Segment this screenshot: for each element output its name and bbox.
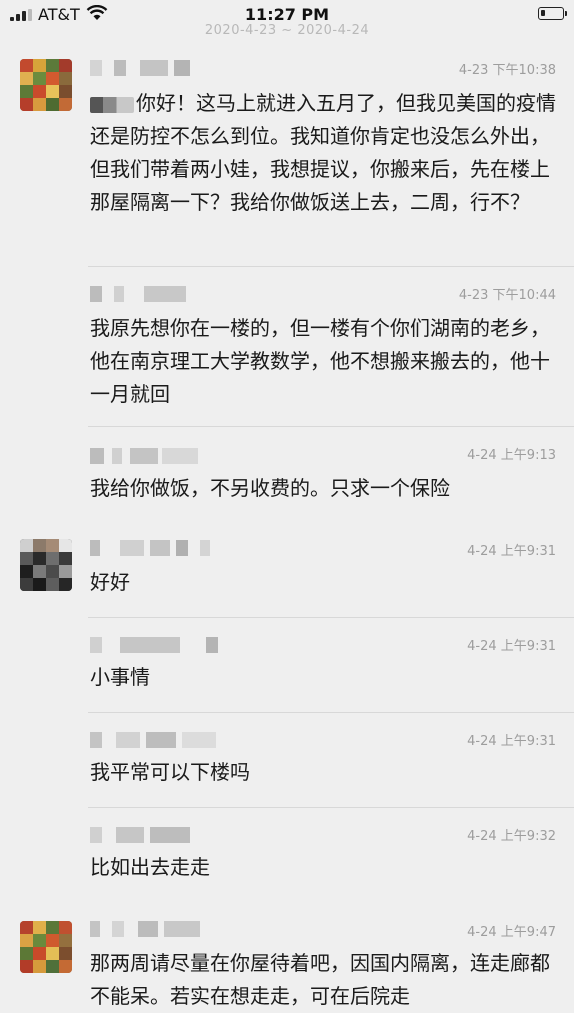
- sender-name-redacted: [90, 540, 220, 556]
- sender-avatar[interactable]: [20, 59, 72, 111]
- message-text: 小事情: [90, 665, 150, 689]
- message-text: 我给你做饭，不另收费的。只求一个保险: [90, 476, 450, 500]
- message-time: 4-23 下午10:38: [458, 63, 556, 78]
- message-text: 你好！这马上就进入五月了，但我见美国的疫情还是防控不怎么到位。我知道你肯定也没怎…: [90, 91, 556, 214]
- message-divider: [88, 807, 574, 808]
- sender-avatar[interactable]: [20, 539, 72, 591]
- date-range-header: 2020-4-23 ~ 2020-4-24: [204, 23, 370, 38]
- message-divider: [88, 617, 574, 618]
- message-item[interactable]: 4-24 上午9:31 小事情: [0, 617, 574, 707]
- message-divider: [88, 426, 574, 427]
- message-item[interactable]: 4-24 上午9:31 好好: [0, 522, 574, 612]
- message-item[interactable]: 4-24 上午9:31 我平常可以下楼吗: [0, 712, 574, 802]
- message-item[interactable]: 4-24 上午9:32 比如出去走走: [0, 807, 574, 902]
- message-time: 4-24 上午9:47: [467, 925, 556, 940]
- message-time: 4-24 上午9:13: [467, 448, 556, 463]
- sender-name-redacted: [90, 286, 200, 302]
- message-item[interactable]: 4-23 下午10:38 你好！这马上就进入五月了，但我见美国的疫情还是防控不怎…: [0, 52, 574, 262]
- message-text: 好好: [90, 570, 130, 594]
- message-time: 4-24 上午9:31: [467, 544, 556, 559]
- message-divider: [88, 712, 574, 713]
- battery-level: [541, 10, 545, 16]
- sender-name-redacted: [90, 637, 220, 653]
- message-time: 4-24 上午9:31: [467, 734, 556, 749]
- message-text: 比如出去走走: [90, 855, 210, 879]
- message-item[interactable]: 4-24 上午9:13 我给你做饭，不另收费的。只求一个保险: [0, 426, 574, 516]
- sender-avatar[interactable]: [20, 921, 72, 973]
- message-divider: [88, 266, 574, 267]
- sender-name-redacted: [90, 732, 220, 748]
- message-item[interactable]: 4-24 上午9:47 那两周请尽量在你屋待着吧，因国内隔离，连走廊都不能呆。若…: [0, 907, 574, 1008]
- sender-name-redacted: [90, 448, 210, 464]
- redacted-name: [90, 96, 134, 113]
- sender-name-redacted: [90, 827, 220, 843]
- sender-name-redacted: [90, 60, 210, 76]
- message-text: 我平常可以下楼吗: [90, 760, 250, 784]
- message-item[interactable]: 4-23 下午10:44 我原先想你在一楼的，但一楼有个你们湖南的老乡，他在南京…: [0, 266, 574, 421]
- sender-name-redacted: [90, 921, 200, 937]
- message-time: 4-24 上午9:32: [467, 829, 556, 844]
- message-text: 那两周请尽量在你屋待着吧，因国内隔离，连走廊都不能呆。若实在想走走，可在后院走: [90, 951, 550, 1008]
- battery-icon: [538, 7, 567, 20]
- message-time: 4-23 下午10:44: [458, 288, 556, 303]
- message-time: 4-24 上午9:31: [467, 639, 556, 654]
- message-text: 我原先想你在一楼的，但一楼有个你们湖南的老乡，他在南京理工大学教数学，他不想搬来…: [90, 316, 550, 406]
- status-time: 11:27 PM: [244, 5, 330, 24]
